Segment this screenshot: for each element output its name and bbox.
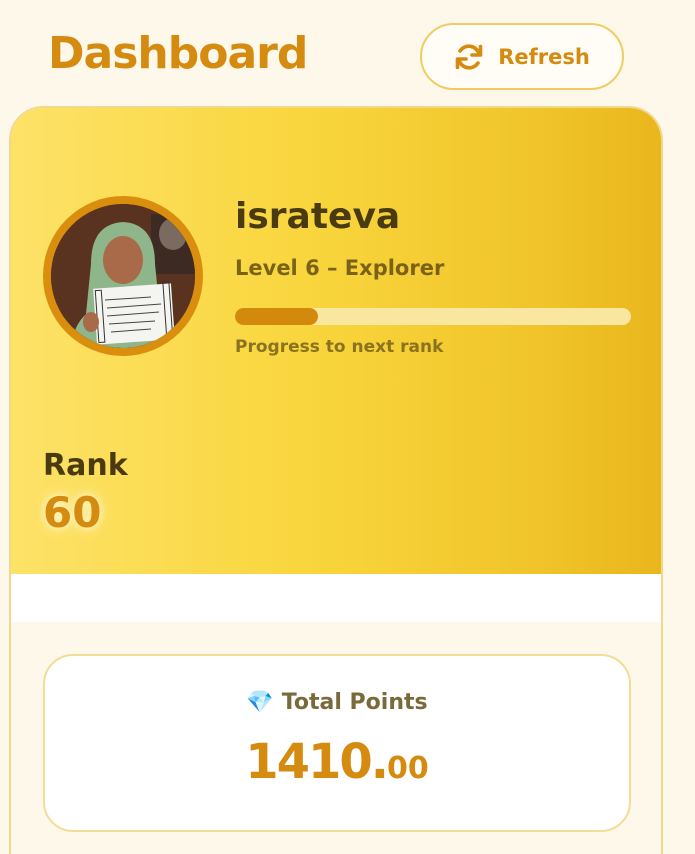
user-photo	[51, 204, 195, 348]
progress-label: Progress to next rank	[235, 337, 444, 357]
points-title: 💎 Total Points	[45, 690, 629, 715]
avatar[interactable]	[43, 196, 203, 356]
card-divider	[11, 574, 661, 622]
page-title: Dashboard	[48, 28, 308, 79]
rank-progress-bar	[235, 308, 631, 325]
gem-icon: 💎	[246, 690, 274, 715]
refresh-label: Refresh	[498, 44, 590, 69]
profile-card: israteva Level 6 – Explorer Progress to …	[9, 106, 663, 854]
refresh-button[interactable]: Refresh	[420, 23, 624, 90]
points-value: 1410.00	[45, 734, 629, 790]
points-decimal: 00	[387, 751, 429, 786]
dashboard-page: Dashboard Refresh israteva Level 6 – Exp…	[0, 0, 695, 854]
level-text: Level 6 – Explorer	[235, 256, 445, 280]
rank-value: 60	[43, 488, 102, 537]
total-points-card: 💎 Total Points 1410.00	[43, 654, 631, 832]
refresh-icon	[454, 43, 484, 71]
rank-label: Rank	[43, 448, 128, 483]
username: israteva	[235, 196, 401, 237]
points-label: Total Points	[281, 690, 428, 715]
points-integer: 1410.	[245, 734, 389, 790]
profile-hero: israteva Level 6 – Explorer Progress to …	[11, 108, 661, 574]
rank-progress-fill	[235, 308, 319, 325]
